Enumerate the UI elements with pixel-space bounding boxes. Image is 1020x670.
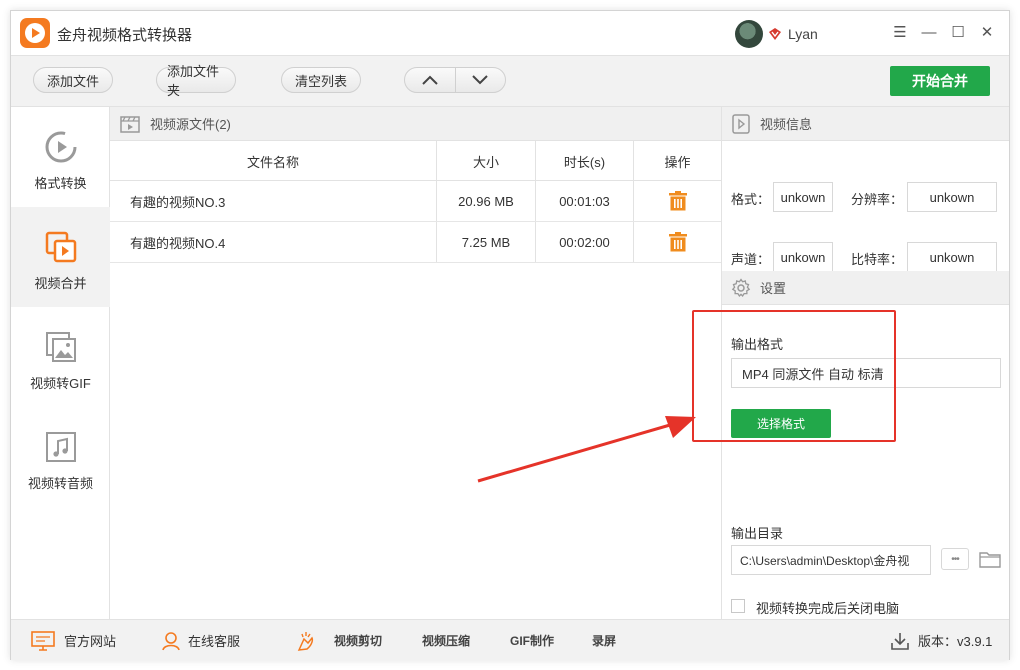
video-info-header: 视频信息 — [722, 107, 1009, 141]
chevron-down-icon — [472, 75, 488, 85]
video-compress-link[interactable]: 视频压缩 — [422, 620, 470, 661]
add-folder-button[interactable]: 添加文件夹 — [156, 64, 236, 98]
trash-icon — [668, 232, 687, 252]
username[interactable]: Lyan — [788, 26, 818, 42]
screen-record-link[interactable]: 录屏 — [592, 620, 616, 661]
close-button[interactable]: ✕ — [978, 23, 996, 41]
image-icon — [43, 329, 79, 365]
vip-badge-icon — [769, 28, 781, 40]
bitrate-label: 比特率： — [851, 252, 904, 267]
file-duration-cell: 00:02:00 — [535, 222, 633, 262]
move-down-button[interactable] — [454, 68, 506, 92]
sidebar-item-video-to-gif[interactable]: 视频转GIF — [11, 307, 110, 407]
column-header-duration: 时长(s) — [535, 141, 633, 181]
file-name-cell: 有趣的视频NO.4 — [130, 235, 226, 251]
video-merge-icon — [43, 229, 79, 265]
sidebar-item-video-to-audio[interactable]: 视频转音频 — [11, 407, 110, 507]
sidebar-item-label: 视频合并 — [34, 276, 87, 291]
music-icon — [43, 429, 79, 465]
video-file-icon — [120, 115, 140, 133]
monitor-icon — [31, 630, 55, 651]
app-logo-icon — [20, 18, 50, 48]
file-size-cell: 7.25 MB — [436, 222, 535, 262]
shutdown-label: 视频转换完成后关闭电脑 — [756, 601, 900, 616]
sidebar-item-label: 视频转GIF — [30, 376, 91, 391]
trash-icon — [668, 191, 687, 211]
download-icon — [891, 632, 909, 650]
toolbar: 添加文件 添加文件夹 清空列表 开始合并 — [11, 55, 1009, 107]
resolution-value: unkown — [907, 182, 997, 212]
menu-icon[interactable]: ☰ — [891, 23, 909, 41]
version-info: 版本：v3.9.1 — [891, 620, 992, 661]
support-agent-icon — [162, 631, 180, 650]
sidebar-item-video-merge[interactable]: 视频合并 — [11, 207, 110, 307]
file-duration-cell: 00:01:03 — [535, 181, 633, 221]
audio-channel-label: 声道： — [731, 252, 771, 267]
maximize-button[interactable]: ☐ — [949, 23, 967, 41]
app-title: 金舟视频格式转换器 — [57, 27, 193, 44]
official-website-link[interactable]: 官方网站 — [31, 620, 116, 661]
video-info-icon — [732, 113, 750, 134]
output-dir-label: 输出目录 — [731, 526, 784, 541]
title-bar: 金舟视频格式转换器 Lyan ☰ — ☐ ✕ — [11, 11, 1009, 55]
column-header-size: 大小 — [436, 141, 535, 181]
gif-make-link[interactable]: GIF制作 — [510, 620, 554, 661]
file-list-panel: 视频源文件(2) 文件名称 大小 时长(s) 操作 有趣的视频NO.3 20.9… — [110, 107, 722, 619]
clap-icon — [295, 620, 317, 661]
annotation-arrow-icon — [477, 416, 696, 483]
bitrate-value: unkown — [907, 242, 997, 272]
file-size-cell: 20.96 MB — [436, 181, 535, 221]
sidebar-item-format-convert[interactable]: 格式转换 — [11, 107, 110, 207]
resolution-label: 分辨率： — [851, 192, 904, 207]
settings-header: 设置 — [722, 271, 1009, 305]
move-buttons — [404, 67, 506, 93]
chevron-up-icon — [422, 75, 438, 85]
table-row[interactable]: 有趣的视频NO.3 20.96 MB 00:01:03 — [110, 181, 721, 222]
settings-title: 设置 — [760, 281, 787, 296]
format-convert-icon — [43, 129, 79, 165]
open-folder-icon[interactable] — [979, 550, 1001, 568]
online-support-link[interactable]: 在线客服 — [161, 620, 240, 661]
video-cut-link[interactable]: 视频剪切 — [334, 620, 382, 661]
output-dir-input[interactable]: C:\Users\admin\Desktop\金舟视 — [731, 545, 931, 575]
table-row[interactable]: 有趣的视频NO.4 7.25 MB 00:02:00 — [110, 222, 721, 263]
file-list-header: 视频源文件(2) — [110, 107, 721, 141]
format-label: 格式： — [731, 192, 771, 207]
highlight-box — [692, 310, 896, 442]
sidebar-item-label: 视频转音频 — [27, 476, 93, 491]
minimize-button[interactable]: — — [920, 23, 938, 41]
format-value: unkown — [773, 182, 833, 212]
gear-icon — [731, 277, 751, 297]
online-support-label: 在线客服 — [188, 634, 241, 649]
file-list-title: 视频源文件(2) — [150, 117, 231, 132]
browse-dir-button[interactable]: ••• — [941, 548, 969, 570]
delete-button[interactable] — [633, 222, 721, 262]
sidebar-item-label: 格式转换 — [34, 176, 87, 191]
start-merge-button[interactable]: 开始合并 — [890, 66, 990, 96]
table-header: 文件名称 大小 时长(s) 操作 — [110, 141, 721, 181]
version-label: 版本：v3.9.1 — [918, 634, 993, 649]
bottom-bar: 官方网站 在线客服 视频剪切 视频压缩 GIF制作 录屏 版本：v3.9.1 — [11, 619, 1009, 660]
official-website-label: 官方网站 — [64, 634, 117, 649]
user-avatar[interactable] — [735, 20, 763, 48]
sidebar: 格式转换 视频合并 视频转GIF 视频转音频 — [11, 107, 110, 619]
add-file-button[interactable]: 添加文件 — [33, 67, 113, 93]
delete-button[interactable] — [633, 181, 721, 221]
video-info-title: 视频信息 — [760, 117, 813, 132]
column-header-action: 操作 — [633, 141, 721, 181]
move-up-button[interactable] — [405, 68, 455, 92]
audio-channel-value: unkown — [773, 242, 833, 272]
clear-list-button[interactable]: 清空列表 — [281, 67, 361, 93]
column-header-name: 文件名称 — [246, 154, 299, 170]
file-name-cell: 有趣的视频NO.3 — [130, 194, 226, 210]
shutdown-checkbox[interactable] — [731, 599, 745, 613]
